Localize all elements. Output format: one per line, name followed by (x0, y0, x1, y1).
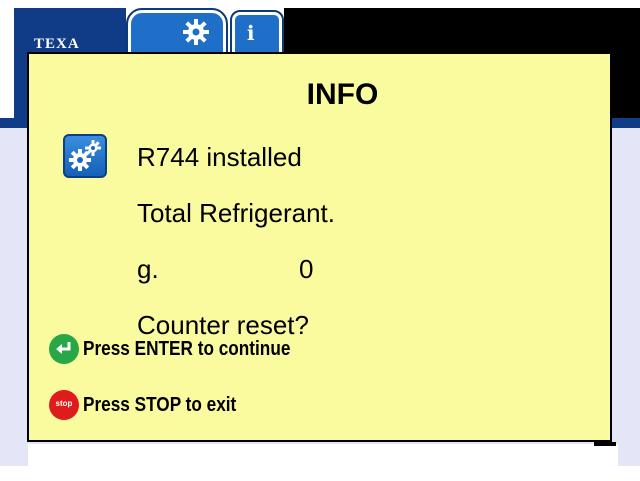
stop-button[interactable]: stop (49, 390, 79, 420)
amount-value: 0 (299, 254, 314, 284)
amount-row: g. 0 (137, 254, 313, 285)
bottom-marker (594, 442, 616, 446)
info-dialog: INFO R744 installed Total Refrigerant. g… (27, 52, 612, 442)
enter-arrow-icon (56, 342, 71, 354)
reset-question: Counter reset? (137, 310, 309, 340)
gear-icon (181, 17, 211, 52)
unit-label: g. (137, 254, 159, 284)
enter-action-label: Press ENTER to continue (83, 338, 291, 360)
enter-button[interactable] (49, 334, 79, 364)
stop-action-label: Press STOP to exit (83, 394, 237, 416)
texa-logo-text: TEXA (34, 36, 80, 52)
status-text: R744 installed (137, 142, 302, 172)
content-strip (28, 444, 618, 478)
stop-badge-text: stop (55, 399, 73, 408)
info-icon: ℹ (247, 23, 255, 45)
dialog-title: INFO (306, 78, 379, 111)
total-refrigerant-label: Total Refrigerant. (137, 198, 335, 228)
gear-icon (63, 134, 107, 178)
